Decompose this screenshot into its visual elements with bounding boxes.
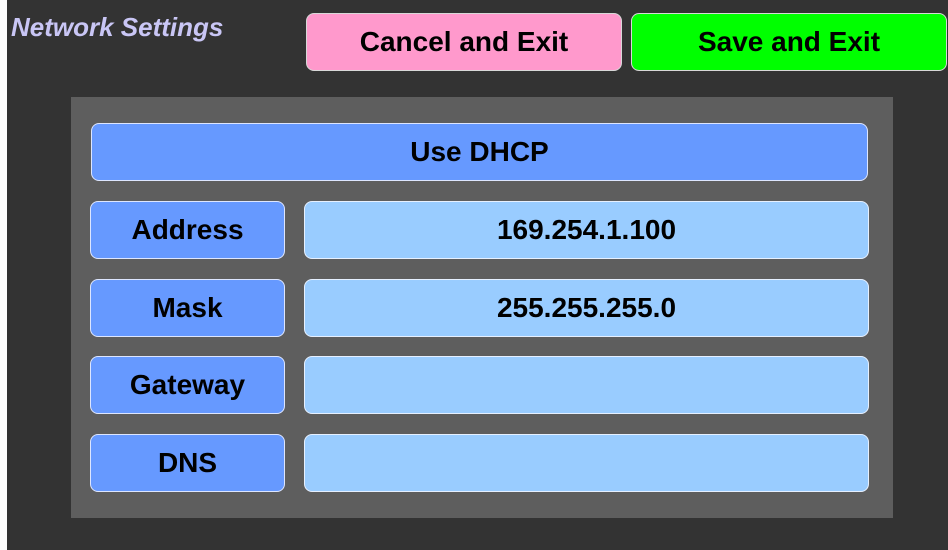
page-title: Network Settings — [11, 12, 224, 42]
cancel-and-exit-button[interactable]: Cancel and Exit — [306, 13, 622, 71]
gateway-label: Gateway — [90, 356, 285, 414]
mask-label: Mask — [90, 279, 285, 337]
dns-label: DNS — [90, 434, 285, 492]
gateway-field[interactable] — [304, 356, 869, 414]
network-settings-panel: Use DHCP Address 169.254.1.100 Mask 255.… — [71, 97, 893, 518]
mask-field[interactable]: 255.255.255.0 — [304, 279, 869, 337]
address-label: Address — [90, 201, 285, 259]
network-settings-screen: Network Settings Cancel and Exit Save an… — [7, 0, 948, 550]
save-and-exit-button[interactable]: Save and Exit — [631, 13, 947, 71]
dns-field[interactable] — [304, 434, 869, 492]
address-field[interactable]: 169.254.1.100 — [304, 201, 869, 259]
use-dhcp-button[interactable]: Use DHCP — [91, 123, 868, 181]
